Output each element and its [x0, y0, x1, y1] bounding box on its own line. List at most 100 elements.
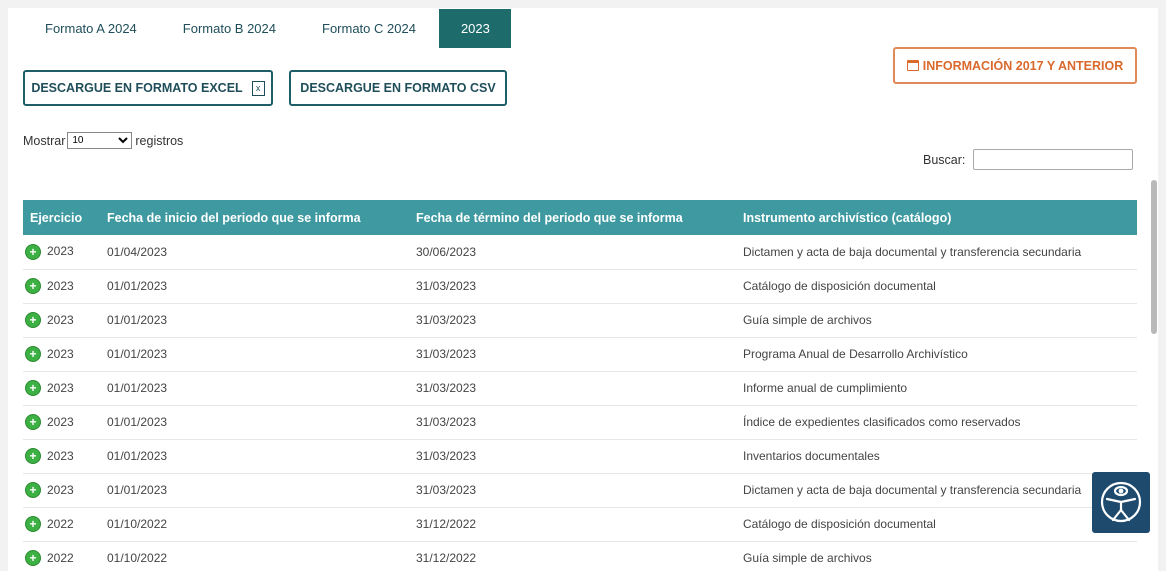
plus-circle-icon[interactable]: +: [26, 313, 40, 328]
cell-instrumento: Guía simple de archivos: [743, 313, 872, 327]
records-table: Ejercicio Fecha de inicio del periodo qu…: [23, 200, 1137, 571]
cell-fecha-termino: 31/03/2023: [416, 415, 477, 429]
table-row: +2023 01/01/2023 31/03/2023 Guía simple de …: [23, 303, 1137, 337]
table-row: +2023 01/01/2023 31/03/2023 Informe anual d…: [23, 371, 1137, 405]
cell-ejercicio-value: 2023: [47, 278, 74, 293]
header-ejercicio[interactable]: Ejercicio: [23, 200, 100, 235]
plus-circle-icon[interactable]: +: [26, 449, 40, 464]
search-control: Buscar:: [923, 149, 1134, 170]
info-2017-label: INFORMACIÓN 2017 Y ANTERIOR: [922, 58, 1124, 73]
table-row: +2022 01/10/2022 31/12/2022 Catálogo de dis…: [23, 507, 1137, 541]
cell-fecha-termino: 31/03/2023: [416, 279, 477, 293]
table-row: +2023 01/01/2023 31/03/2023 Programa Anual …: [23, 337, 1137, 371]
table-row: +2023 01/04/2023 30/06/2023 Dictamen y acta…: [23, 235, 1137, 269]
cell-ejercicio: +2023: [23, 337, 100, 371]
cell-ejercicio: +2023: [23, 405, 100, 439]
cell-ejercicio: +2022: [23, 507, 100, 541]
tab-formato-a-2024[interactable]: Formato A 2024: [22, 9, 160, 48]
plus-circle-icon[interactable]: +: [26, 483, 40, 498]
cell-ejercicio: +2023: [23, 439, 100, 473]
cell-ejercicio-value: 2022: [47, 550, 74, 565]
table-row: +2023 01/01/2023 31/03/2023 Inventarios doc…: [23, 439, 1137, 473]
cell-ejercicio-value: 2023: [47, 414, 74, 429]
cell-fecha-inicio: 01/04/2023: [107, 244, 168, 259]
cell-ejercicio: +2023: [23, 371, 100, 405]
cell-fecha-termino: 31/03/2023: [416, 381, 477, 395]
header-fecha-termino[interactable]: Fecha de término del periodo que se info…: [409, 200, 736, 235]
plus-circle-icon[interactable]: +: [26, 517, 40, 532]
cell-instrumento: Dictamen y acta de baja documental y tra…: [743, 483, 1082, 497]
format-tabs: Formato A 2024 Formato B 2024 Formato C …: [22, 9, 511, 48]
page-content: Formato A 2024 Formato B 2024 Formato C …: [8, 8, 1158, 571]
plus-circle-icon[interactable]: +: [26, 245, 40, 260]
cell-fecha-termino: 31/03/2023: [416, 313, 477, 327]
info-2017-button[interactable]: INFORMACIÓN 2017 Y ANTERIOR: [893, 47, 1137, 84]
cell-fecha-inicio: 01/01/2023: [107, 347, 168, 361]
plus-circle-icon[interactable]: +: [26, 551, 40, 566]
cell-ejercicio-value: 2023: [47, 448, 74, 463]
cell-instrumento: Inventarios documentales: [743, 449, 880, 463]
tab-formato-b-2024[interactable]: Formato B 2024: [160, 9, 299, 48]
cell-instrumento: Informe anual de cumplimiento: [743, 381, 908, 395]
cell-ejercicio-value: 2023: [47, 244, 74, 259]
search-input[interactable]: [973, 149, 1134, 170]
cell-fecha-inicio: 01/10/2022: [107, 551, 168, 565]
download-excel-button[interactable]: DESCARGUE EN FORMATO EXCEL x: [23, 70, 273, 106]
cell-instrumento: Catálogo de disposición documental: [743, 517, 936, 531]
vertical-scrollbar[interactable]: [1151, 180, 1157, 334]
download-csv-label: DESCARGUE EN FORMATO CSV: [300, 81, 496, 95]
download-csv-button[interactable]: DESCARGUE EN FORMATO CSV: [289, 70, 507, 106]
table-header-row: Ejercicio Fecha de inicio del periodo qu…: [23, 200, 1137, 235]
table-row: +2022 01/10/2022 31/12/2022 Guía simple de …: [23, 541, 1137, 571]
page-length-select[interactable]: 10: [67, 132, 133, 149]
cell-instrumento: Guía simple de archivos: [743, 551, 872, 565]
table-row: +2023 01/01/2023 31/03/2023 Catálogo de dis…: [23, 269, 1137, 303]
cell-instrumento: Dictamen y acta de baja documental y tra…: [743, 244, 1082, 259]
cell-fecha-termino: 31/03/2023: [416, 347, 477, 361]
plus-circle-icon[interactable]: +: [26, 279, 40, 294]
cell-fecha-inicio: 01/01/2023: [107, 381, 168, 395]
cell-fecha-termino: 31/12/2022: [416, 517, 477, 531]
table-row: +2023 01/01/2023 31/03/2023 Dictamen y acta…: [23, 473, 1137, 507]
cell-instrumento: Catálogo de disposición documental: [743, 279, 936, 293]
cell-ejercicio: +2023: [23, 235, 100, 269]
cell-fecha-inicio: 01/01/2023: [107, 449, 168, 463]
plus-circle-icon[interactable]: +: [26, 347, 40, 362]
length-suffix: registros: [135, 133, 184, 148]
accessibility-icon: [1100, 481, 1142, 523]
cell-ejercicio-value: 2023: [47, 380, 74, 395]
cell-ejercicio-value: 2022: [47, 516, 74, 531]
header-fecha-inicio[interactable]: Fecha de inicio del periodo que se infor…: [100, 200, 409, 235]
table-row: +2023 01/01/2023 31/03/2023 Índice de exped…: [23, 405, 1137, 439]
cell-fecha-termino: 31/12/2022: [416, 551, 477, 565]
cell-fecha-termino: 30/06/2023: [416, 244, 477, 259]
cell-ejercicio-value: 2023: [47, 482, 74, 497]
accessibility-button[interactable]: [1092, 472, 1150, 533]
cell-fecha-termino: 31/03/2023: [416, 449, 477, 463]
cell-fecha-inicio: 01/01/2023: [107, 313, 168, 327]
page-length-control: Mostrar 10 registros: [23, 132, 183, 149]
cell-ejercicio-value: 2023: [47, 312, 74, 327]
excel-file-icon: x: [251, 80, 265, 96]
cell-instrumento: Programa Anual de Desarrollo Archivístic…: [743, 347, 968, 361]
cell-fecha-inicio: 01/01/2023: [107, 483, 168, 497]
calendar-icon: [906, 60, 919, 71]
cell-fecha-inicio: 01/01/2023: [107, 279, 168, 293]
length-prefix: Mostrar: [23, 133, 66, 148]
plus-circle-icon[interactable]: +: [26, 415, 40, 430]
cell-fecha-termino: 31/03/2023: [416, 483, 477, 497]
header-instrumento[interactable]: Instrumento archivístico (catálogo): [736, 200, 1137, 235]
cell-instrumento: Índice de expedientes clasificados como …: [743, 415, 1021, 429]
cell-ejercicio-value: 2023: [47, 346, 74, 361]
cell-ejercicio: +2023: [23, 473, 100, 507]
cell-fecha-inicio: 01/01/2023: [107, 415, 168, 429]
cell-fecha-inicio: 01/10/2022: [107, 517, 168, 531]
search-label: Buscar:: [923, 152, 966, 167]
tab-2023[interactable]: 2023: [438, 9, 511, 48]
table-body: +2023 01/04/2023 30/06/2023 Dictamen y acta…: [23, 235, 1137, 571]
plus-circle-icon[interactable]: +: [26, 381, 40, 396]
tab-formato-c-2024[interactable]: Formato C 2024: [299, 9, 439, 48]
cell-ejercicio: +2023: [23, 269, 100, 303]
download-excel-label: DESCARGUE EN FORMATO EXCEL: [31, 81, 243, 95]
cell-ejercicio: +2022: [23, 541, 100, 571]
